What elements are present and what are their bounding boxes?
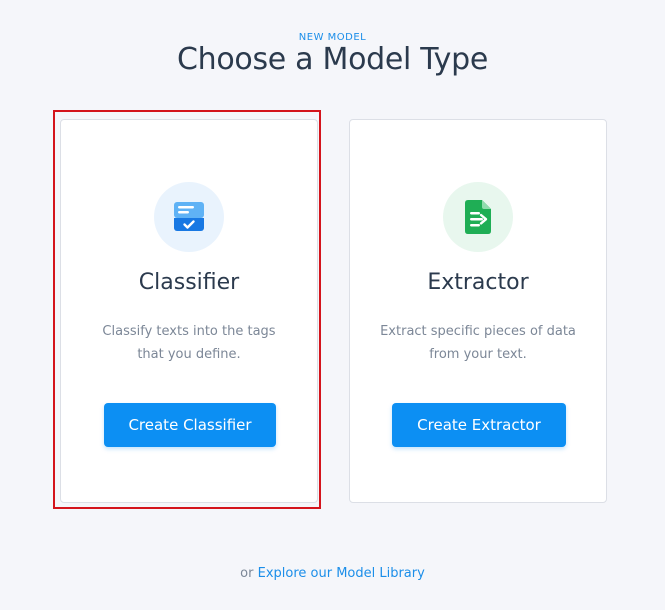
classifier-icon-circle bbox=[154, 182, 224, 252]
footer-prefix: or bbox=[240, 566, 254, 581]
classifier-tray-check-icon bbox=[174, 202, 204, 231]
classifier-description: Classify texts into the tags that you de… bbox=[102, 324, 276, 362]
extractor-card[interactable]: Extractor Extract specific pieces of dat… bbox=[349, 119, 607, 503]
footer-explore-line: or Explore our Model Library bbox=[0, 566, 665, 581]
classifier-card[interactable]: Classifier Classify texts into the tags … bbox=[60, 119, 318, 503]
extractor-document-arrow-icon bbox=[465, 200, 491, 234]
extractor-title: Extractor bbox=[427, 270, 529, 295]
extractor-icon-circle bbox=[443, 182, 513, 252]
create-extractor-button[interactable]: Create Extractor bbox=[392, 403, 566, 447]
explore-model-library-link[interactable]: Explore our Model Library bbox=[258, 566, 425, 581]
classifier-title: Classifier bbox=[138, 270, 240, 295]
create-classifier-button[interactable]: Create Classifier bbox=[104, 403, 276, 447]
page-title: Choose a Model Type bbox=[176, 42, 489, 77]
extractor-description: Extract specific pieces of data from you… bbox=[380, 324, 576, 362]
